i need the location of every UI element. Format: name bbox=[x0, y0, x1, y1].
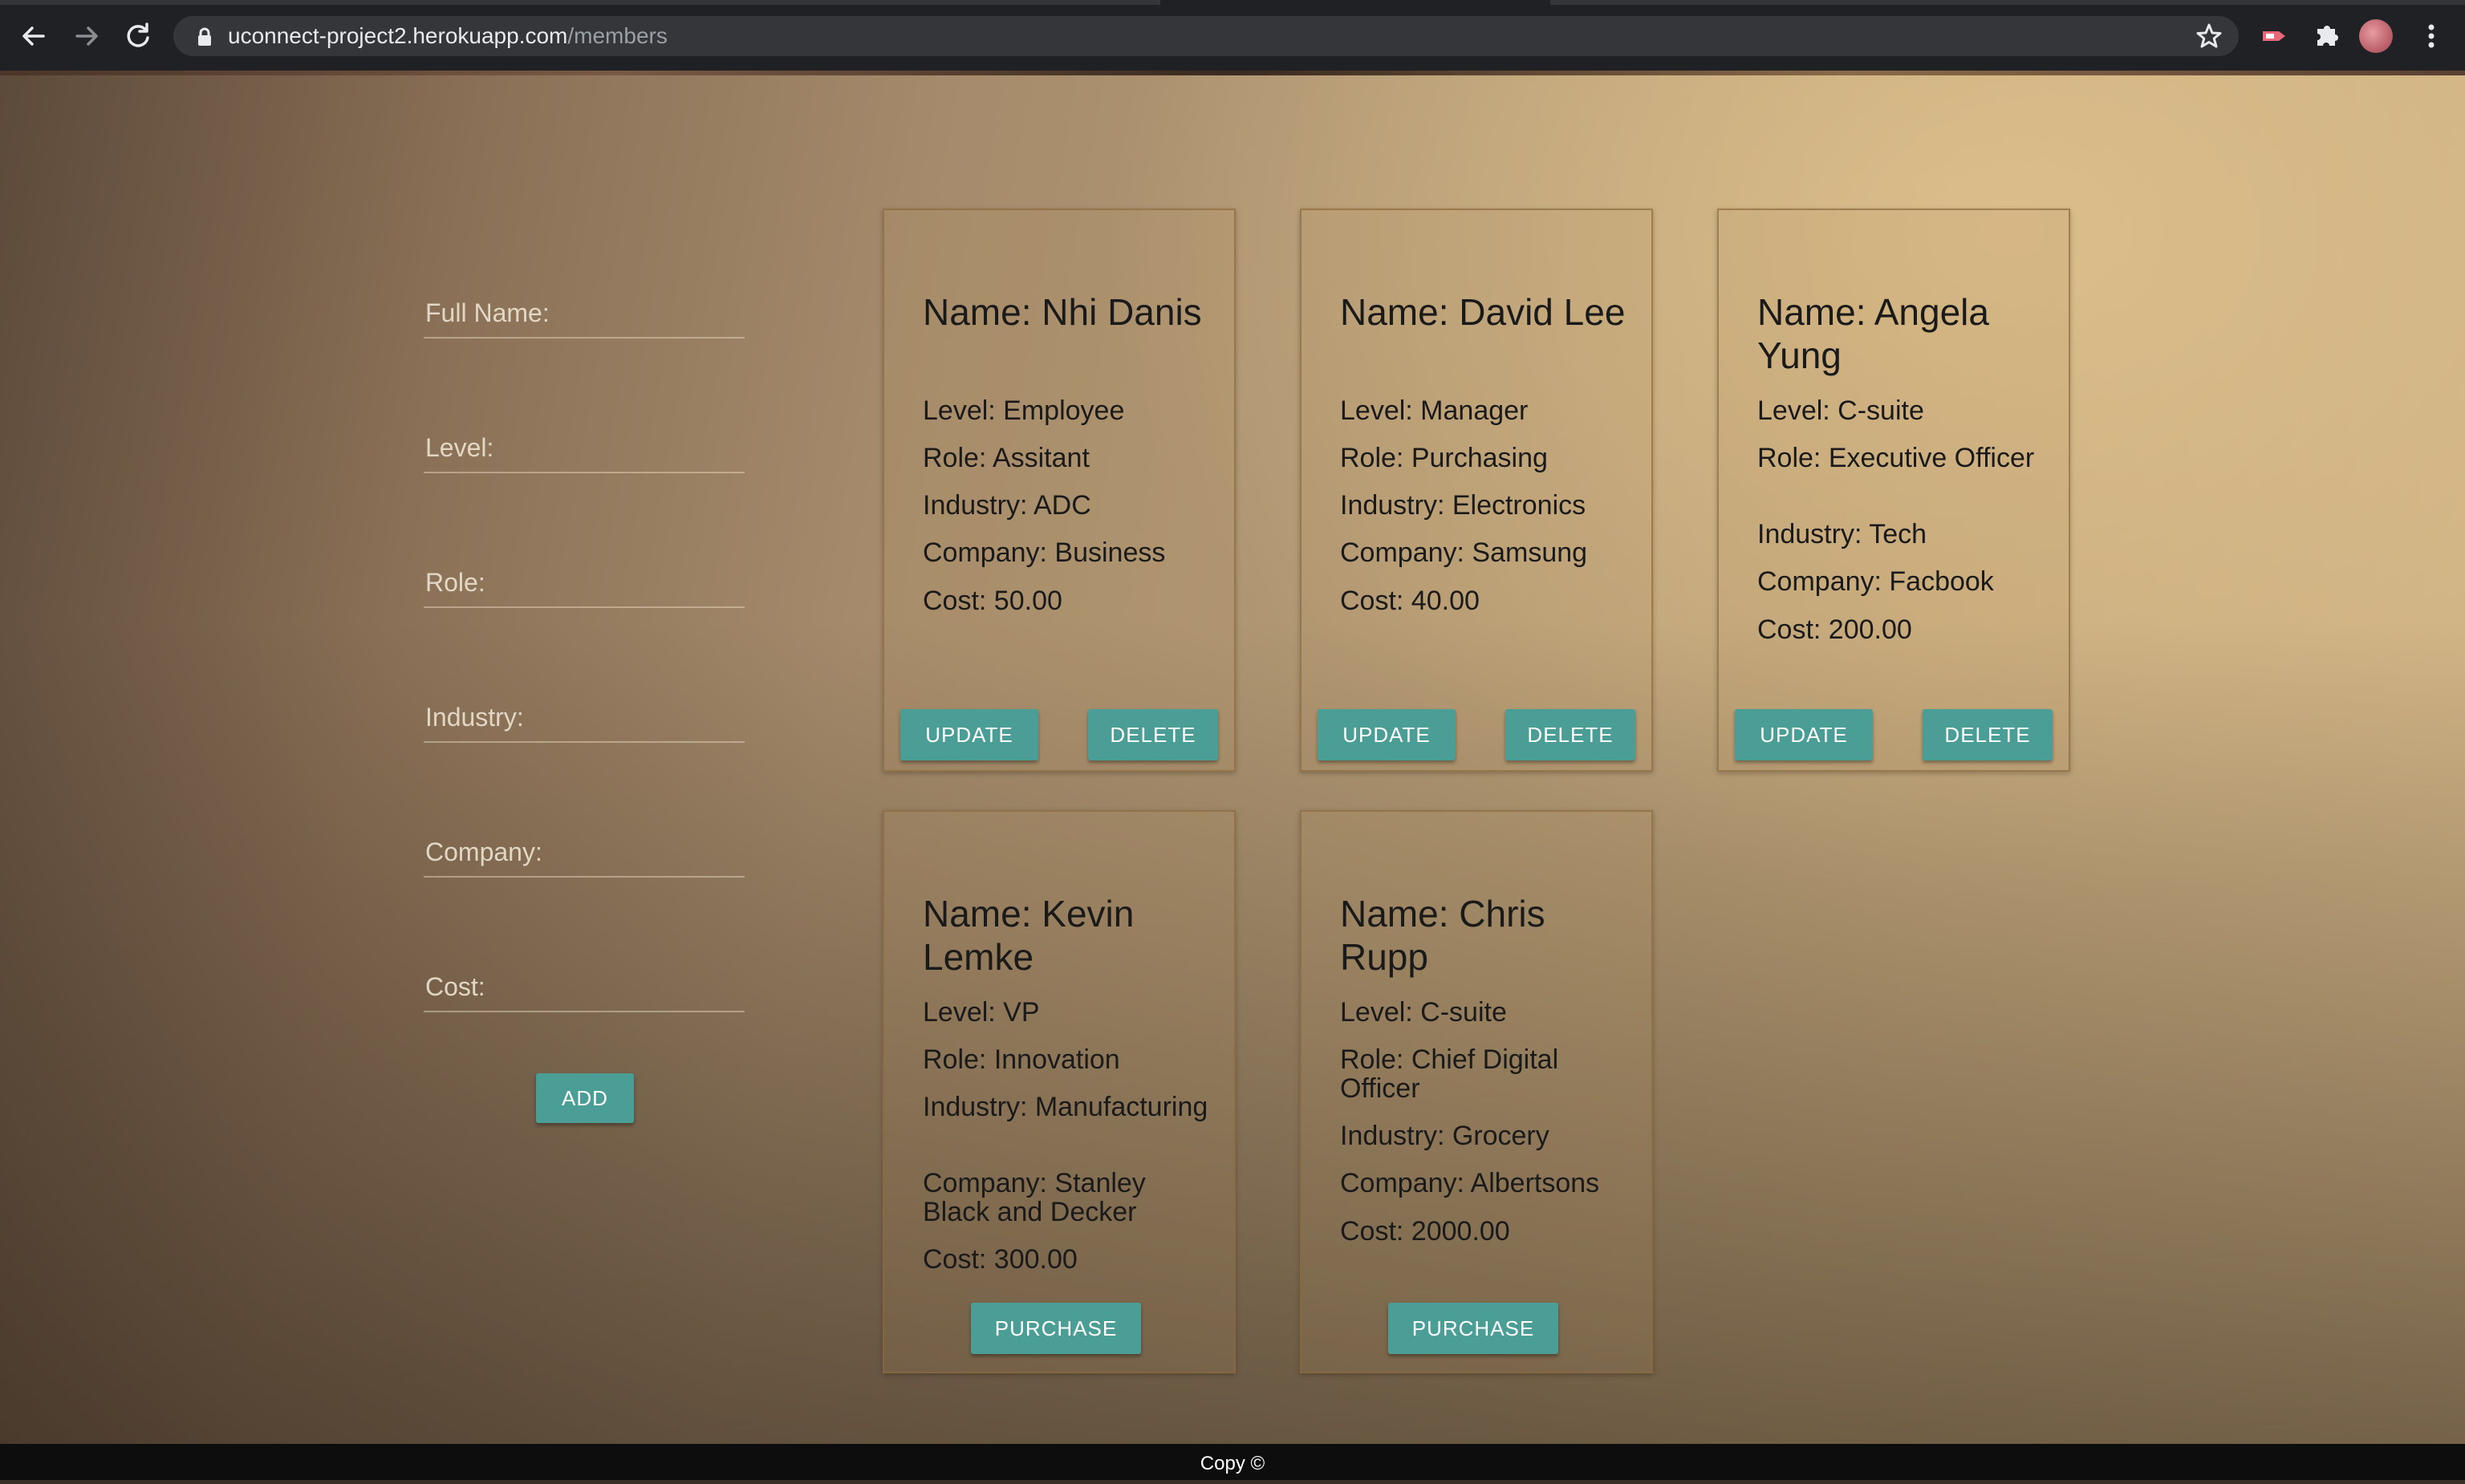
delete-button[interactable]: DELETE bbox=[1088, 709, 1218, 760]
member-card: Name: Nhi Danis Level: Employee Role: As… bbox=[883, 209, 1236, 772]
member-industry: Industry: ADC bbox=[923, 490, 1091, 521]
tab-strip bbox=[0, 0, 2465, 14]
member-company: Company: Business bbox=[923, 537, 1166, 568]
member-level: Level: C-suite bbox=[1757, 395, 1924, 426]
lock-icon[interactable] bbox=[196, 27, 213, 47]
purchase-button[interactable]: PURCHASE bbox=[971, 1303, 1141, 1354]
member-industry: Industry: Electronics bbox=[1340, 490, 1586, 521]
level-input[interactable] bbox=[424, 424, 748, 472]
page-background: ADD Name: Nhi Danis Level: Employee Role… bbox=[0, 71, 2465, 1444]
member-level: Level: VP bbox=[923, 997, 1040, 1028]
update-button[interactable]: UPDATE bbox=[1318, 709, 1456, 760]
forward-arrow-icon[interactable] bbox=[67, 18, 106, 55]
member-industry: Industry: Grocery bbox=[1340, 1121, 1549, 1151]
member-company: Company: Stanley Black and Decker bbox=[923, 1168, 1146, 1227]
member-name: Name: Kevin Lemke bbox=[923, 893, 1135, 978]
member-card: Name: Chris Rupp Level: C-suite Role: Ch… bbox=[1300, 810, 1653, 1373]
member-card: Name: David Lee Level: Manager Role: Pur… bbox=[1300, 209, 1653, 772]
member-name: Name: Angela Yung bbox=[1757, 291, 1989, 376]
member-name: Name: Nhi Danis bbox=[923, 291, 1202, 333]
member-role: Role: Assitant bbox=[923, 443, 1090, 473]
member-company: Company: Samsung bbox=[1340, 537, 1588, 568]
level-field bbox=[424, 424, 748, 473]
member-role: Role: Innovation bbox=[923, 1044, 1120, 1075]
role-input[interactable] bbox=[424, 558, 748, 606]
member-level: Level: Employee bbox=[923, 395, 1125, 426]
member-card: Name: Angela Yung Level: C-suite Role: E… bbox=[1717, 209, 2070, 772]
url-host: uconnect-project2.herokuapp.com bbox=[228, 23, 568, 48]
back-arrow-icon[interactable] bbox=[14, 18, 53, 55]
cost-input[interactable] bbox=[424, 963, 748, 1011]
full-name-input[interactable] bbox=[424, 289, 748, 337]
update-button[interactable]: UPDATE bbox=[900, 709, 1038, 760]
address-bar[interactable]: uconnect-project2.herokuapp.com/members bbox=[173, 16, 2239, 56]
cost-field bbox=[424, 963, 748, 1012]
tab[interactable] bbox=[0, 0, 1160, 5]
member-cost: Cost: 200.00 bbox=[1757, 614, 1912, 645]
member-name: Name: Chris Rupp bbox=[1340, 893, 1545, 978]
url-text[interactable]: uconnect-project2.herokuapp.com/members bbox=[228, 16, 668, 56]
member-cost: Cost: 50.00 bbox=[923, 586, 1062, 616]
delete-button[interactable]: DELETE bbox=[1923, 709, 2053, 760]
member-role: Role: Executive Officer bbox=[1757, 443, 2035, 473]
avatar[interactable] bbox=[2359, 19, 2393, 53]
member-cost: Cost: 2000.00 bbox=[1340, 1216, 1510, 1247]
reload-icon[interactable] bbox=[119, 18, 157, 55]
member-card: Name: Kevin Lemke Level: VP Role: Innova… bbox=[883, 810, 1236, 1373]
puzzle-icon[interactable] bbox=[2308, 18, 2346, 55]
member-level: Level: C-suite bbox=[1340, 997, 1507, 1028]
member-cost: Cost: 40.00 bbox=[1340, 586, 1480, 616]
member-industry: Industry: Manufacturing bbox=[923, 1092, 1208, 1122]
add-button[interactable]: ADD bbox=[536, 1073, 634, 1123]
purchase-button[interactable]: PURCHASE bbox=[1388, 1303, 1558, 1354]
industry-input[interactable] bbox=[424, 693, 748, 741]
member-name: Name: David Lee bbox=[1340, 291, 1626, 333]
browser-toolbar: uconnect-project2.herokuapp.com/members bbox=[0, 0, 2465, 71]
update-button[interactable]: UPDATE bbox=[1735, 709, 1873, 760]
member-cost: Cost: 300.00 bbox=[923, 1244, 1078, 1275]
star-icon[interactable] bbox=[2195, 21, 2223, 58]
footer: Copy © bbox=[0, 1444, 2465, 1480]
role-field bbox=[424, 558, 748, 608]
footer-text: Copy © bbox=[1200, 1453, 1265, 1474]
member-company: Company: Albertsons bbox=[1340, 1168, 1600, 1198]
extension-icon[interactable] bbox=[2255, 18, 2293, 55]
delete-button[interactable]: DELETE bbox=[1505, 709, 1635, 760]
industry-field bbox=[424, 693, 748, 743]
full-name-field bbox=[424, 289, 748, 339]
member-role: Role: Chief Digital Officer bbox=[1340, 1044, 1559, 1104]
tab[interactable] bbox=[1550, 0, 2465, 5]
member-company: Company: Facbook bbox=[1757, 566, 1994, 597]
company-field bbox=[424, 828, 748, 878]
member-level: Level: Manager bbox=[1340, 395, 1529, 426]
menu-icon[interactable] bbox=[2415, 18, 2447, 55]
company-input[interactable] bbox=[424, 828, 748, 876]
member-role: Role: Purchasing bbox=[1340, 443, 1548, 473]
member-industry: Industry: Tech bbox=[1757, 519, 1927, 549]
url-path: /members bbox=[567, 23, 668, 48]
